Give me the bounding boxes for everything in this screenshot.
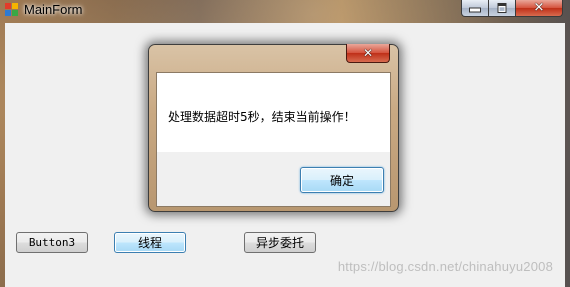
- dialog-body: 处理数据超时5秒，结束当前操作！ 确定: [156, 72, 391, 207]
- minimize-button[interactable]: [461, 0, 489, 17]
- close-icon: ✕: [533, 0, 545, 16]
- message-box-dialog: ✕ 处理数据超时5秒，结束当前操作！ 确定: [148, 44, 399, 212]
- window-title: MainForm: [24, 2, 83, 17]
- dialog-message-text: 处理数据超时5秒，结束当前操作！: [168, 110, 356, 124]
- dialog-message-area: 处理数据超时5秒，结束当前操作！: [157, 73, 390, 152]
- watermark: https://blog.csdn.net/chinahuyu2008: [337, 259, 553, 274]
- thread-button[interactable]: 线程: [114, 232, 186, 253]
- title-bar[interactable]: MainForm ✕: [0, 0, 570, 22]
- button3[interactable]: Button3: [16, 232, 88, 253]
- async-delegate-button[interactable]: 异步委托: [244, 232, 316, 253]
- maximize-button[interactable]: [489, 0, 516, 17]
- app-icon: [5, 3, 19, 17]
- ok-button[interactable]: 确定: [300, 167, 384, 193]
- maximize-icon: [497, 3, 507, 13]
- close-icon: ✕: [362, 46, 374, 60]
- minimize-icon: [469, 7, 481, 13]
- dialog-close-button[interactable]: ✕: [346, 44, 390, 63]
- close-button[interactable]: ✕: [516, 0, 563, 17]
